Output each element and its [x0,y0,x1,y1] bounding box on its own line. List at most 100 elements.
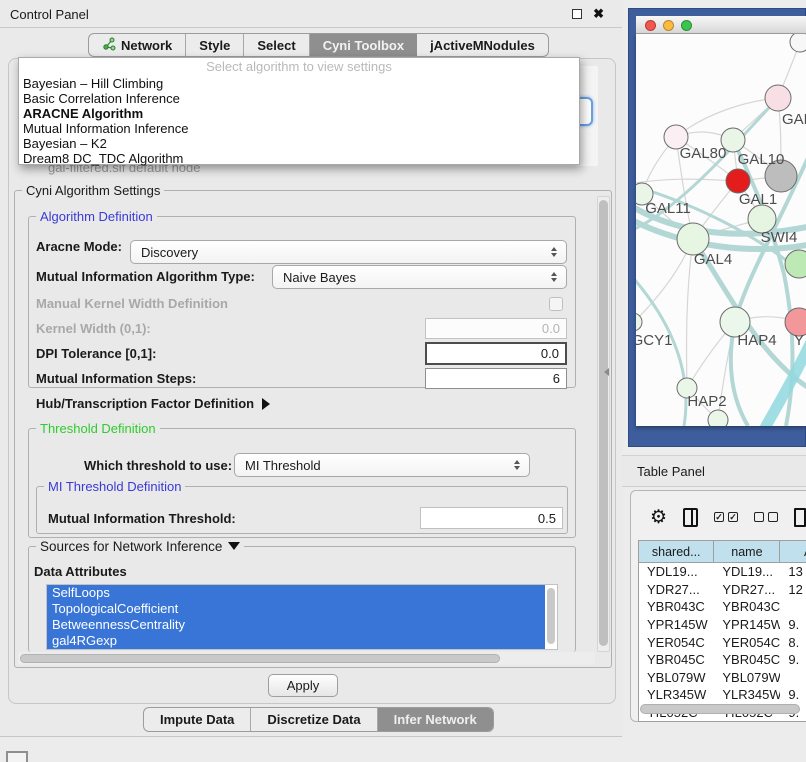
node-label: GAL4 [694,251,732,268]
tab-select[interactable]: Select [244,34,309,56]
apply-button[interactable]: Apply [268,674,338,697]
dropdown-item[interactable]: Bayesian – K2 [19,136,579,151]
column-header-shared...[interactable]: shared... [639,541,714,562]
sources-group-toggle[interactable]: Sources for Network Inference [36,539,244,554]
table-cell: YER054C [639,633,714,651]
tab-cyni-toolbox[interactable]: Cyni Toolbox [310,34,417,56]
tab-infer-network[interactable]: Infer Network [378,708,493,731]
attribute-item-selected[interactable]: SelfLoops [47,585,545,601]
list-scrollbar[interactable] [547,588,555,644]
column-header-name[interactable]: name [714,541,780,562]
deselect-all-checks-icon[interactable] [754,512,778,522]
tab-style[interactable]: Style [186,34,244,56]
columns-icon[interactable] [683,508,698,527]
float-window-icon[interactable] [572,9,582,19]
gear-icon[interactable]: ⚙ [650,508,667,527]
network-graph: GALGAL80GAL10GAL1GAL11SWI4GAL4GCY1HAP4YH… [636,34,806,426]
spinner-icon [551,272,557,282]
algorithm-dropdown-popup: Select algorithm to view settings Bayesi… [18,57,580,165]
dropdown-placeholder: Select algorithm to view settings [19,58,579,76]
attribute-item-selected[interactable]: gal4RGexp [47,633,545,649]
mi-steps-field[interactable]: 6 [425,368,567,389]
attribute-item-selected[interactable]: BetweennessCentrality [47,617,545,633]
manual-kernel-checkbox[interactable] [549,297,563,311]
table-row[interactable]: YPR145WYPR145W9. [639,616,806,634]
table-horizontal-scrollbar[interactable] [640,704,800,714]
table-cell: YBL079W [639,669,714,687]
node-label: Y [794,332,804,349]
tab-discretize-data[interactable]: Discretize Data [251,708,377,731]
node-label: HAP2 [687,393,726,410]
dropdown-item[interactable]: Bayesian – Hill Climbing [19,76,579,91]
control-panel-title: Control Panel [10,7,89,22]
sources-group-title: Sources for Network Inference [40,539,222,554]
graph-node-gal1[interactable] [726,169,750,193]
tab-network[interactable]: Network [89,34,186,56]
minimize-traffic-light-icon[interactable] [663,20,674,31]
table-toolbar: ⚙ ✓✓ [638,498,806,536]
mi-threshold-field[interactable]: 0.5 [420,507,563,529]
settings-vertical-scrollbar-thumb[interactable] [599,200,608,646]
data-attributes-list[interactable]: SelfLoopsTopologicalCoefficientBetweenne… [46,584,558,650]
graph-node[interactable] [785,250,806,278]
mi-type-label: Mutual Information Algorithm Type: [36,269,255,284]
table-row[interactable]: YDL19...YDL19...13 [639,563,806,581]
table-row[interactable]: YLR345WYLR345W9. [639,686,806,704]
table-cell: 9. [780,651,806,669]
table-cell: 9. [780,616,806,634]
which-threshold-value: MI Threshold [245,458,321,473]
graph-node[interactable] [708,410,728,426]
document-icon[interactable] [794,508,806,527]
node-label: SWI4 [761,229,798,246]
node-label: GCY1 [636,332,672,349]
aracne-mode-combo[interactable]: Discovery [130,240,567,264]
panel-divider-collapse-arrow[interactable] [604,368,609,376]
node-attribute-table: shared...nameA YDL19...YDL19...13YDR27..… [638,540,806,722]
dropdown-item[interactable]: Dream8 DC_TDC Algorithm [19,151,579,166]
table-row[interactable]: YBR043CYBR043C [639,598,806,616]
tab-impute-data[interactable]: Impute Data [144,708,251,731]
settings-horizontal-scrollbar-thumb[interactable] [20,654,500,663]
table-row[interactable]: YDR27...YDR27...12 [639,581,806,599]
hub-definition-toggle[interactable]: Hub/Transcription Factor Definition [36,396,270,411]
mi-threshold-group-title: MI Threshold Definition [44,479,185,494]
dpi-tolerance-field[interactable]: 0.0 [425,342,567,365]
kernel-width-field[interactable]: 0.0 [425,318,567,339]
node-label: GAL80 [680,145,727,162]
zoom-traffic-light-icon[interactable] [681,20,692,31]
close-traffic-light-icon[interactable] [645,20,656,31]
control-panel-tabbar: NetworkStyleSelect Cyni Toolbox jActiveMNo… [88,33,549,57]
close-icon[interactable]: ✖ [593,6,604,22]
tab-label: Cyni Toolbox [323,38,404,53]
select-all-checks-icon[interactable]: ✓✓ [714,512,738,522]
table-cell: YBR045C [639,651,714,669]
graph-node[interactable] [790,34,806,52]
network-window-titlebar[interactable] [636,16,806,34]
which-threshold-combo[interactable]: MI Threshold [234,453,530,477]
mi-type-combo[interactable]: Naive Bayes [272,265,567,289]
spinner-icon [551,247,557,257]
table-row[interactable]: YER054CYER054C8. [639,633,806,651]
table-row[interactable]: YBL079WYBL079W [639,669,806,687]
node-label: GAL11 [645,200,691,217]
graph-node-gal[interactable] [765,85,791,111]
hub-definition-label: Hub/Transcription Factor Definition [36,396,254,411]
dropdown-item[interactable]: Mutual Information Inference [19,121,579,136]
table-row[interactable]: YBR045CYBR045C9. [639,651,806,669]
dropdown-item[interactable]: Basic Correlation Inference [19,91,579,106]
table-cell: YDL19... [714,563,780,581]
node-label: GAL [782,111,806,128]
column-header-A[interactable]: A [780,541,806,562]
graph-node-gcy1[interactable] [636,313,642,331]
dpi-tolerance-label: DPI Tolerance [0,1]: [36,346,156,361]
aracne-mode-value: Discovery [141,245,198,260]
node-label: GAL1 [739,191,777,208]
network-canvas[interactable]: GALGAL80GAL10GAL1GAL11SWI4GAL4GCY1HAP4YH… [636,34,806,426]
aracne-mode-label: Aracne Mode: [36,239,122,254]
dropdown-item[interactable]: ARACNE Algorithm [19,106,579,121]
attribute-item-selected[interactable]: TopologicalCoefficient [47,601,545,617]
table-cell: 9. [780,686,806,704]
spinner-icon [514,460,520,470]
minimized-panel-chip[interactable] [6,751,28,762]
tab-jactivemnodules[interactable]: jActiveMNodules [417,34,548,56]
